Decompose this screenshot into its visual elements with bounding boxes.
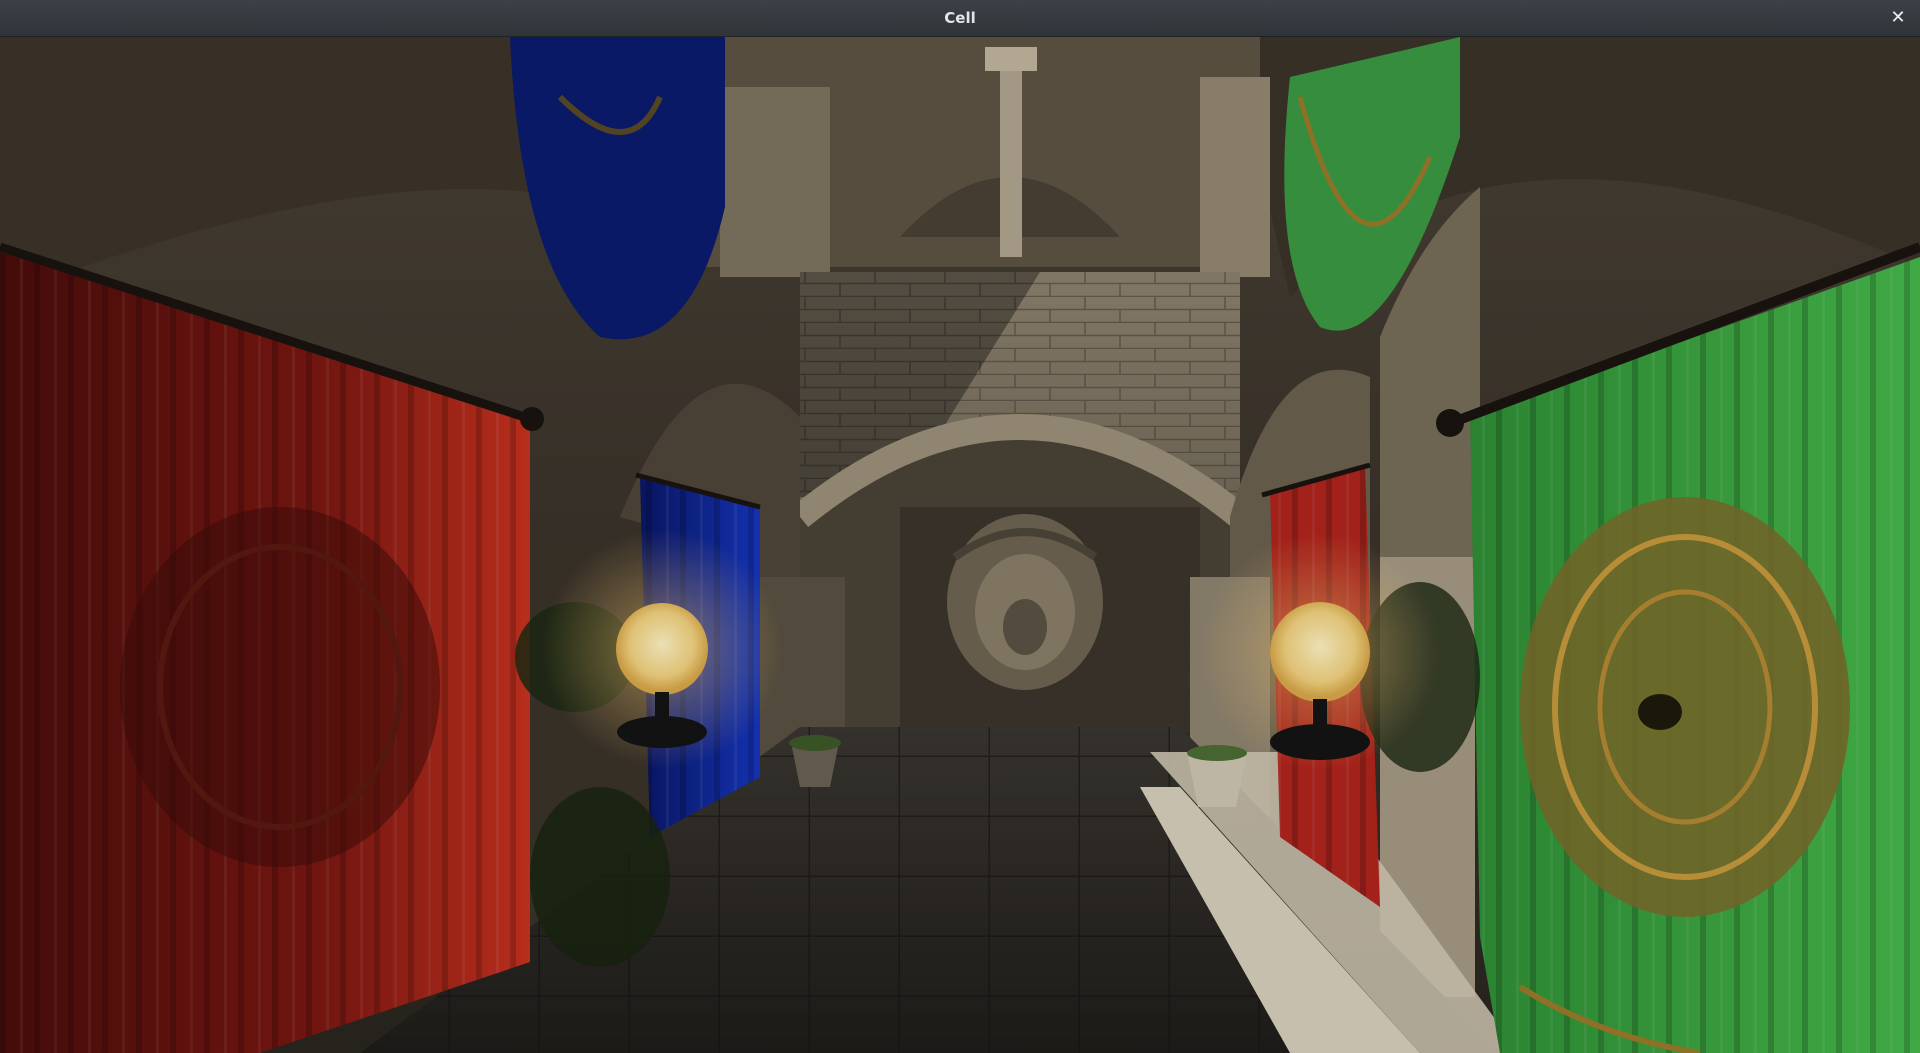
close-icon[interactable]: ✕ bbox=[1888, 8, 1908, 28]
scene-render bbox=[0, 37, 1920, 1053]
render-viewport[interactable] bbox=[0, 37, 1920, 1053]
app-window: Cell ✕ bbox=[0, 0, 1920, 1053]
title-bar[interactable]: Cell ✕ bbox=[0, 0, 1920, 37]
window-title: Cell bbox=[944, 9, 976, 27]
